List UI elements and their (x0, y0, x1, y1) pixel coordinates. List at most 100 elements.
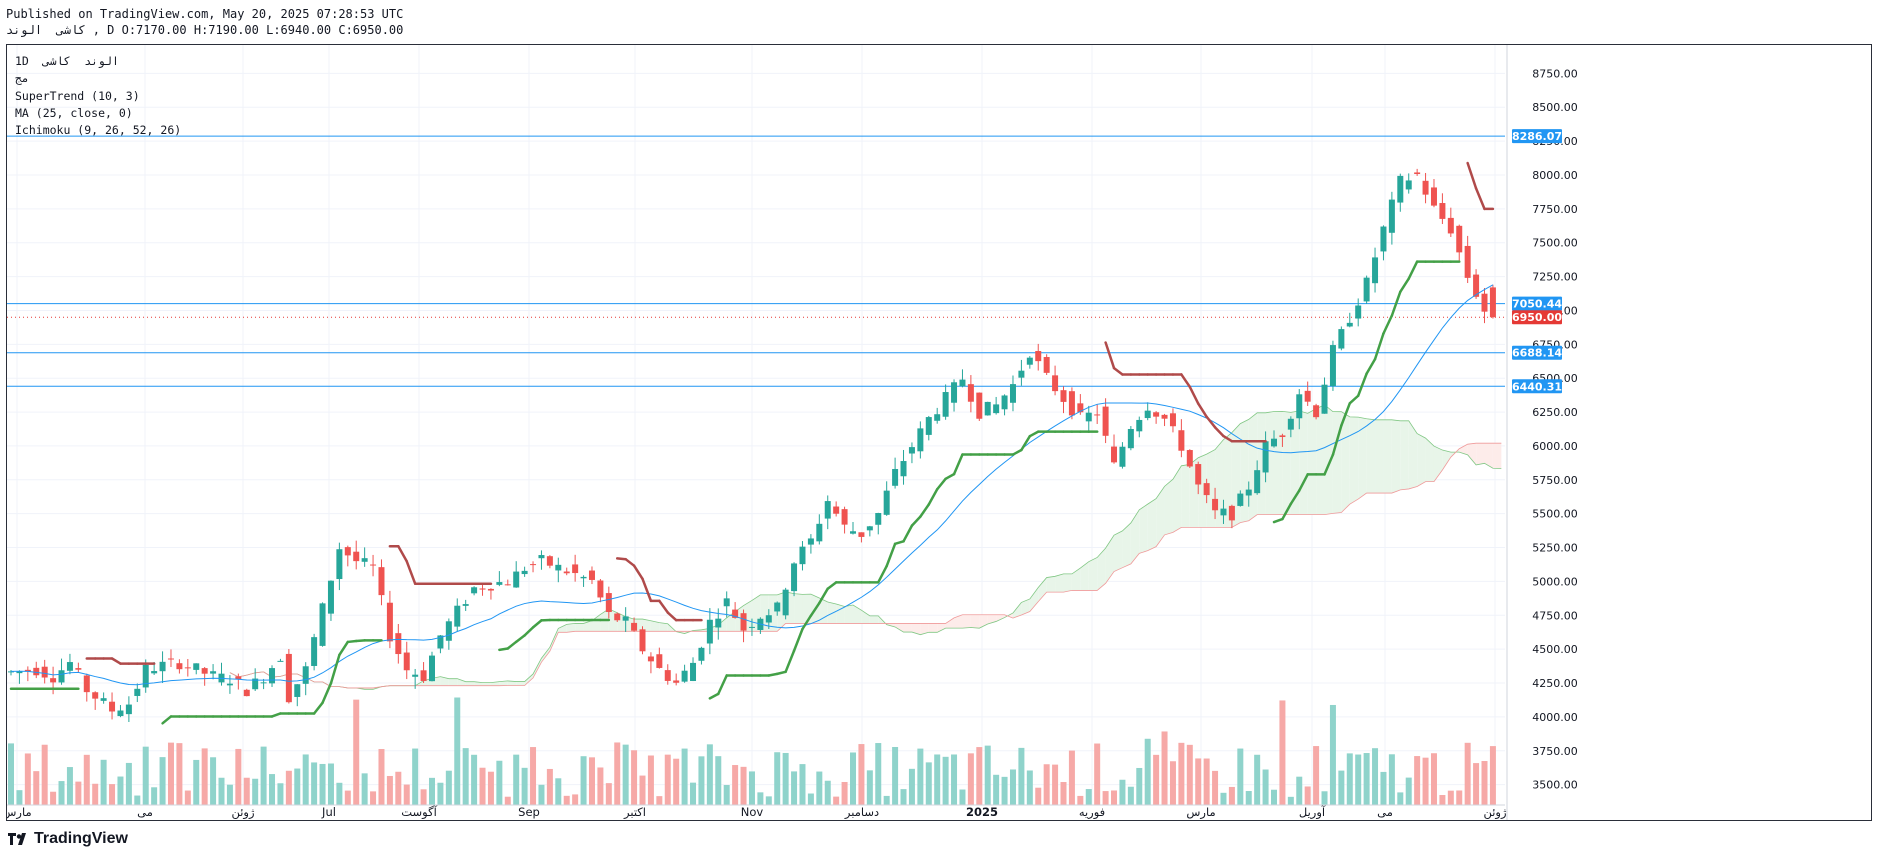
candle-body[interactable] (1035, 351, 1042, 362)
candle-body[interactable] (125, 704, 132, 715)
candle-body[interactable] (378, 567, 385, 596)
candle-body[interactable] (201, 668, 208, 674)
candle-body[interactable] (260, 682, 267, 684)
candle-body[interactable] (1447, 217, 1454, 234)
candle-body[interactable] (471, 587, 478, 594)
candle-body[interactable] (673, 680, 680, 683)
candle-body[interactable] (336, 549, 343, 580)
candle-body[interactable] (445, 621, 452, 641)
candle-body[interactable] (344, 547, 351, 556)
candle-body[interactable] (159, 661, 166, 672)
candle-body[interactable] (50, 678, 57, 683)
candle-body[interactable] (1203, 483, 1210, 496)
candle-body[interactable] (715, 618, 722, 628)
candle-body[interactable] (1026, 357, 1033, 365)
candle-body[interactable] (605, 593, 612, 613)
candle-body[interactable] (1489, 287, 1496, 318)
candle-body[interactable] (193, 663, 200, 670)
candle-body[interactable] (1119, 446, 1126, 467)
candle-body[interactable] (1111, 446, 1118, 463)
candle-body[interactable] (1304, 390, 1311, 402)
candle-body[interactable] (858, 532, 865, 537)
legend-ichimoku[interactable]: Ichimoku (9, 26, 52, 26) (15, 122, 181, 139)
legend-symbol[interactable]: 1D الوند کاشی (15, 53, 181, 70)
candle-body[interactable] (807, 538, 814, 545)
candle-body[interactable] (1127, 428, 1134, 449)
candle-body[interactable] (824, 501, 831, 519)
candle-body[interactable] (622, 616, 629, 621)
candle-body[interactable] (1422, 180, 1429, 195)
candle-body[interactable] (816, 523, 823, 542)
candle-body[interactable] (1195, 464, 1202, 485)
candle-body[interactable] (58, 670, 65, 683)
candle-body[interactable] (1346, 322, 1353, 327)
candle-body[interactable] (588, 570, 595, 580)
candle-body[interactable] (403, 652, 410, 671)
candle-body[interactable] (1456, 225, 1463, 253)
candle-body[interactable] (690, 662, 697, 682)
candle-body[interactable] (1220, 508, 1227, 516)
candle-body[interactable] (850, 531, 856, 534)
candle-body[interactable] (1313, 405, 1320, 418)
candle-body[interactable] (681, 670, 688, 682)
candle-body[interactable] (1321, 384, 1328, 414)
candle-body[interactable] (993, 404, 1000, 414)
candle-body[interactable] (538, 555, 545, 559)
candle-body[interactable] (243, 689, 250, 697)
candle-body[interactable] (1245, 489, 1252, 496)
candle-body[interactable] (875, 513, 882, 525)
candle-body[interactable] (109, 701, 116, 712)
candle-body[interactable] (294, 684, 301, 697)
candle-body[interactable] (504, 584, 511, 586)
candle-body[interactable] (740, 613, 747, 631)
candle-body[interactable] (1296, 394, 1303, 419)
candle-body[interactable] (1018, 370, 1025, 378)
candle-body[interactable] (1009, 384, 1016, 403)
candle-body[interactable] (370, 564, 377, 566)
candle-body[interactable] (327, 580, 334, 614)
candle-body[interactable] (454, 605, 461, 627)
candle-body[interactable] (900, 461, 907, 477)
candle-body[interactable] (580, 576, 587, 579)
candle-body[interactable] (269, 668, 276, 684)
candle-body[interactable] (883, 490, 890, 515)
candle-body[interactable] (572, 564, 579, 574)
candle-body[interactable] (285, 653, 292, 703)
candle-body[interactable] (1464, 245, 1471, 278)
candle-body[interactable] (1161, 414, 1168, 419)
candle-body[interactable] (976, 392, 983, 419)
candle-body[interactable] (841, 509, 848, 525)
candle-body[interactable] (1439, 203, 1446, 219)
candle-body[interactable] (664, 670, 671, 681)
candle-body[interactable] (1094, 414, 1101, 416)
candle-body[interactable] (1001, 395, 1008, 410)
candle-body[interactable] (1287, 418, 1294, 430)
candle-body[interactable] (942, 392, 949, 417)
legend-supertrend[interactable]: SuperTrend (10, 3) (15, 88, 181, 105)
candle-body[interactable] (639, 629, 646, 652)
candle-body[interactable] (799, 546, 806, 565)
candle-body[interactable] (833, 506, 840, 514)
candle-body[interactable] (706, 619, 713, 644)
candle-body[interactable] (546, 556, 553, 566)
candle-body[interactable] (1068, 391, 1075, 416)
candle-body[interactable] (1153, 412, 1160, 417)
candle-body[interactable] (791, 563, 798, 592)
candle-body[interactable] (210, 671, 217, 674)
candle-body[interactable] (951, 382, 958, 403)
candle-body[interactable] (83, 675, 90, 693)
candle-body[interactable] (1102, 406, 1109, 436)
candle-body[interactable] (184, 667, 191, 669)
candle-body[interactable] (1060, 390, 1067, 402)
candle-body[interactable] (530, 564, 537, 566)
candle-body[interactable] (1430, 187, 1437, 206)
candle-body[interactable] (1414, 172, 1421, 175)
candle-body[interactable] (1144, 410, 1151, 419)
candle-body[interactable] (386, 602, 393, 642)
candle-body[interactable] (33, 667, 40, 676)
candle-body[interactable] (1380, 226, 1387, 252)
candle-body[interactable] (353, 551, 360, 562)
candle-body[interactable] (1338, 329, 1345, 349)
candle-body[interactable] (1363, 277, 1370, 302)
candle-body[interactable] (1271, 438, 1277, 447)
